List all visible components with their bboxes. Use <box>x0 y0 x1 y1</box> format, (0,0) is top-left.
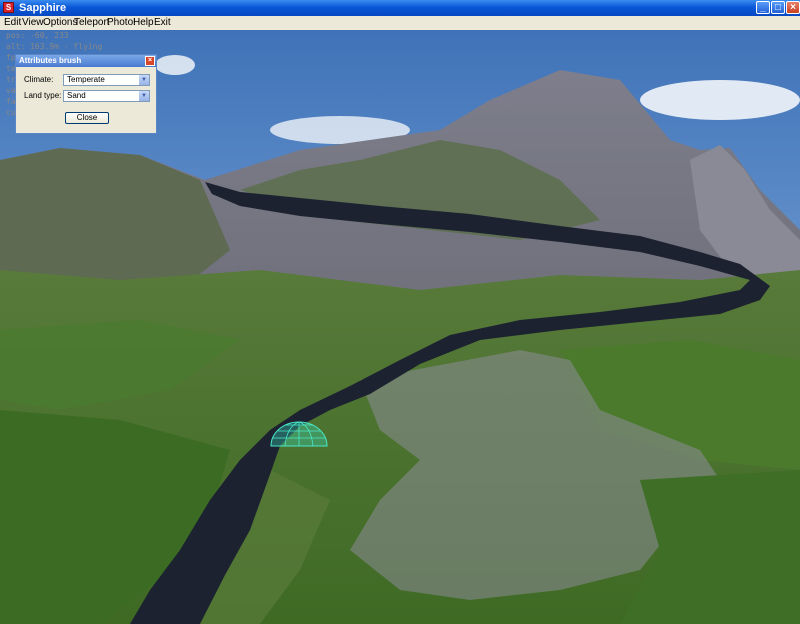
position-readout: pos: -60, 233 <box>6 31 69 40</box>
menu-help[interactable]: Help <box>133 16 154 29</box>
menu-options[interactable]: Options <box>43 16 77 29</box>
menu-teleport[interactable]: Teleport <box>74 16 110 29</box>
close-icon[interactable]: × <box>145 56 155 66</box>
altitude-readout: alt: 163.9m - flying <box>6 42 103 51</box>
land-type-label: Land type: <box>24 91 62 100</box>
menu-bar: Edit View Options Teleport Photo! Help E… <box>0 16 800 31</box>
menu-photo[interactable]: Photo! <box>107 16 136 29</box>
minimize-button[interactable]: _ <box>756 1 770 14</box>
land-type-value: Sand <box>67 91 86 100</box>
close-window-button[interactable]: × <box>786 1 800 14</box>
climate-select[interactable]: Temperate ▼ <box>63 74 150 86</box>
window-title: Sapphire <box>19 2 67 14</box>
menu-view[interactable]: View <box>22 16 44 29</box>
app-icon: S <box>3 2 14 13</box>
climate-label: Climate: <box>24 75 54 84</box>
attributes-brush-dialog: Attributes brush × Climate: Temperate ▼ … <box>15 54 157 134</box>
maximize-button[interactable]: □ <box>771 1 785 14</box>
land-type-select[interactable]: Sand ▼ <box>63 90 150 102</box>
cloud <box>155 55 195 75</box>
dialog-title-bar[interactable]: Attributes brush × <box>16 55 156 67</box>
chevron-down-icon[interactable]: ▼ <box>139 75 149 85</box>
climate-value: Temperate <box>67 75 105 84</box>
dialog-title: Attributes brush <box>19 56 82 65</box>
title-bar: S Sapphire _ □ × <box>0 0 800 16</box>
close-button[interactable]: Close <box>65 112 109 124</box>
menu-edit[interactable]: Edit <box>4 16 21 29</box>
chevron-down-icon[interactable]: ▼ <box>139 91 149 101</box>
menu-exit[interactable]: Exit <box>154 16 171 29</box>
cloud <box>640 80 800 120</box>
